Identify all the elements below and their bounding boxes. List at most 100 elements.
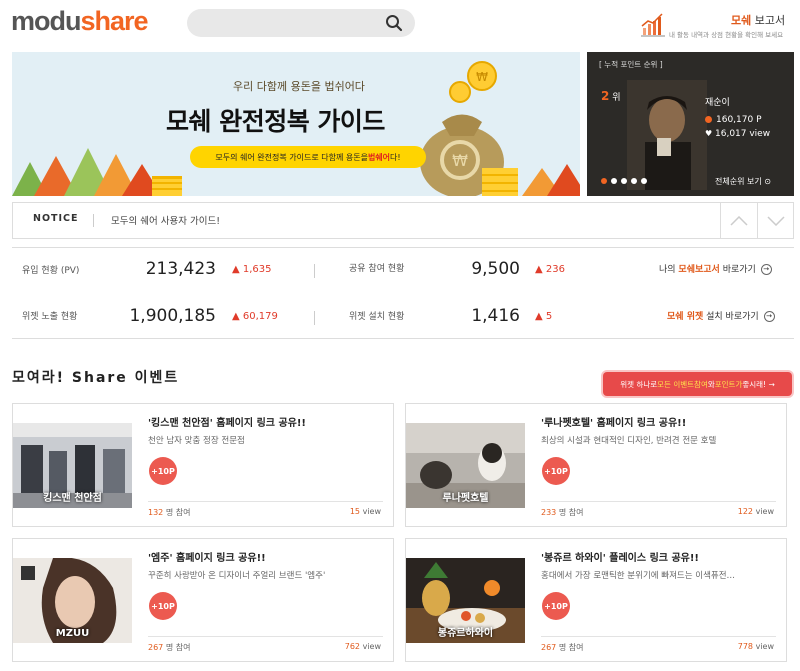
participant-number: 233: [541, 508, 557, 517]
inflow-delta: ▲ 1,635: [232, 264, 272, 275]
divider: [541, 501, 776, 502]
event-title: '엠주' 홈페이지 링크 공유!!: [148, 553, 266, 564]
event-description: 홍대에서 가장 로맨틱한 분위기에 빠져드는 이색퓨전…: [541, 571, 736, 581]
event-card[interactable]: MZUU '엠주' 홈페이지 링크 공유!! 꾸준히 사랑받아 온 디자이너 주…: [12, 538, 394, 662]
view-suffix: view: [360, 507, 381, 516]
search-icon: [386, 15, 403, 32]
notice-prev-button[interactable]: [720, 203, 757, 238]
inflow-value: 213,423: [145, 259, 216, 279]
points-badge: +10P: [149, 457, 177, 485]
banner-pill: 모두의 쉐어 완전정복 가이드로 다함께 용돈을 법쉐어 다!: [190, 146, 426, 168]
report-link[interactable]: 모쉐 보고서 내 활동 내역과 상점 현황을 확인해 보세요: [638, 10, 798, 42]
event-thumbnail: MZUU: [13, 558, 132, 643]
widget-install-link[interactable]: 모쉐 위젯 설치 바로가기 →: [667, 309, 775, 322]
chevron-up-icon: [730, 215, 748, 226]
share-delta: ▲ 236: [535, 264, 565, 275]
banner-pill-accent: 법쉐어: [367, 152, 391, 162]
my-report-prefix: 나의: [659, 265, 679, 275]
my-report-link[interactable]: 나의 모쉐보고서 바로가기 →: [659, 262, 772, 275]
event-description: 최상의 시설과 현대적인 디자인, 반려견 전문 호텔: [541, 436, 717, 446]
widget-install-value: 1,416: [471, 306, 520, 326]
ranking-widget[interactable]: [ 누적 포인트 순위 ] 2 위 재순이 160,170 P ♥ 16,017 …: [587, 52, 794, 196]
events-title: 모여라! Share 이벤트: [12, 370, 180, 386]
participant-suffix: 명 참여: [556, 643, 584, 652]
thumbnail-label: MZUU: [55, 628, 90, 639]
arrow-right-icon: →: [760, 264, 772, 275]
carousel-dot[interactable]: [621, 178, 627, 184]
banner-pill-before: 모두의 쉐어 완전정복 가이드로 다함께 용돈을: [215, 152, 368, 162]
widget-exposure-value: 1,900,185: [129, 306, 216, 326]
logo-text-share: share: [80, 6, 149, 36]
ranker-name: 재순이: [705, 98, 730, 108]
svg-text:₩: ₩: [476, 70, 488, 84]
participant-count: 132 명 참여: [148, 507, 190, 518]
stats-panel: 유입 현황 (PV) 213,423 ▲ 1,635 공유 참여 현황 9,50…: [12, 247, 794, 339]
view-number: 122: [737, 507, 754, 516]
promo-mid: 와: [707, 379, 715, 389]
banner-subtitle: 우리 다함께 용돈을 법쉬어다: [233, 80, 365, 93]
widget-link-suffix: 설치 바로가기: [703, 312, 759, 322]
widget-exposure-delta: ▲ 60,179: [232, 311, 278, 322]
rank-number: 2 위: [601, 89, 621, 103]
event-thumbnail: 봉쥬르하와이: [406, 558, 525, 643]
ranker-points-value: 160,170 P: [716, 115, 762, 125]
event-title: '루나펫호텔' 홈페이지 링크 공유!!: [541, 418, 687, 429]
event-description: 꾸준히 사랑받아 온 디자이너 주얼리 브랜드 '엠주': [148, 571, 326, 581]
rank-number-value: 2: [601, 89, 610, 103]
divider: [541, 636, 776, 637]
ranker-photo: [627, 80, 707, 190]
report-title-accent: 모쉐: [731, 14, 752, 27]
view-suffix: view: [360, 642, 381, 651]
widget-install-delta: ▲ 5: [535, 311, 553, 322]
banner-title: 모쉐 완전정복 가이드: [166, 107, 385, 136]
carousel-dot[interactable]: [641, 178, 647, 184]
notice-next-button[interactable]: [757, 203, 794, 238]
view-number: 15: [349, 507, 361, 516]
widget-install-label: 위젯 설치 현황: [349, 312, 405, 322]
ranker-views: ♥ 16,017 view: [705, 129, 770, 139]
search-button[interactable]: [381, 11, 407, 35]
view-suffix: view: [753, 507, 774, 516]
points-badge: +10P: [149, 592, 177, 620]
thumbnail-label: 킹스맨 천안점: [43, 493, 102, 504]
report-subtitle: 내 활동 내역과 상점 현황을 확인해 보세요: [669, 31, 784, 39]
notice-text[interactable]: 모두의 쉐어 사용자 가이드!: [111, 213, 220, 227]
divider: [148, 501, 383, 502]
guide-banner[interactable]: ₩ ₩ 우리 다함께 용돈을 법쉬어다 모쉐 완전정복 가이드 모두의 쉐어 완…: [12, 52, 580, 196]
view-count: 122 view: [738, 507, 774, 516]
event-title: '킹스맨 천안점' 홈페이지 링크 공유!!: [148, 418, 306, 429]
share-label: 공유 참여 현황: [349, 264, 405, 274]
view-all-ranking-link[interactable]: 전체순위 보기 ⊙: [715, 176, 771, 187]
participant-suffix: 명 참여: [163, 508, 191, 517]
carousel-dot[interactable]: [611, 178, 617, 184]
event-card[interactable]: 킹스맨 천안점 '킹스맨 천안점' 홈페이지 링크 공유!! 천안 남자 맞춤 …: [12, 403, 394, 527]
points-badge: +10P: [542, 592, 570, 620]
thumbnail-label: 봉쥬르하와이: [437, 628, 494, 639]
participant-suffix: 명 참여: [556, 508, 584, 517]
logo-text-modu: modu: [11, 6, 81, 36]
carousel-dot[interactable]: [601, 178, 607, 184]
svg-text:₩: ₩: [452, 151, 468, 170]
heart-icon: ♥: [705, 129, 713, 138]
view-number: 778: [737, 642, 754, 651]
carousel-dots: [601, 178, 647, 184]
promo-accent1: 모든 이벤트참여: [657, 379, 708, 389]
participant-number: 267: [148, 643, 164, 652]
my-report-accent: 모쉐보고서: [678, 265, 720, 275]
carousel-dot[interactable]: [631, 178, 637, 184]
event-card[interactable]: 루나펫호텔 '루나펫호텔' 홈페이지 링크 공유!! 최상의 시설과 현대적인 …: [405, 403, 787, 527]
widget-link-accent: 모쉐 위젯: [667, 312, 704, 322]
logo[interactable]: modushare: [11, 6, 149, 37]
widget-promo-button[interactable]: 위젯 하나로 모든 이벤트참여 와 포인트가 좋시래! →: [603, 372, 792, 396]
header: modushare 모쉐 보고서 내 활동 내역과 상점 현황을 확인해 보세요: [0, 0, 800, 48]
event-card[interactable]: 봉쥬르하와이 '봉쥬르 하와이' 플레이스 링크 공유!! 홍대에서 가장 로맨…: [405, 538, 787, 662]
view-count: 15 view: [350, 507, 381, 516]
participant-count: 233 명 참여: [541, 507, 583, 518]
divider: [148, 636, 383, 637]
participant-suffix: 명 참여: [163, 643, 191, 652]
ranking-label: [ 누적 포인트 순위 ]: [599, 60, 663, 69]
notice-label: NOTICE: [33, 213, 79, 224]
view-count: 762 view: [345, 642, 381, 651]
report-title-rest: 보고서: [751, 14, 786, 27]
view-number: 762: [344, 642, 361, 651]
